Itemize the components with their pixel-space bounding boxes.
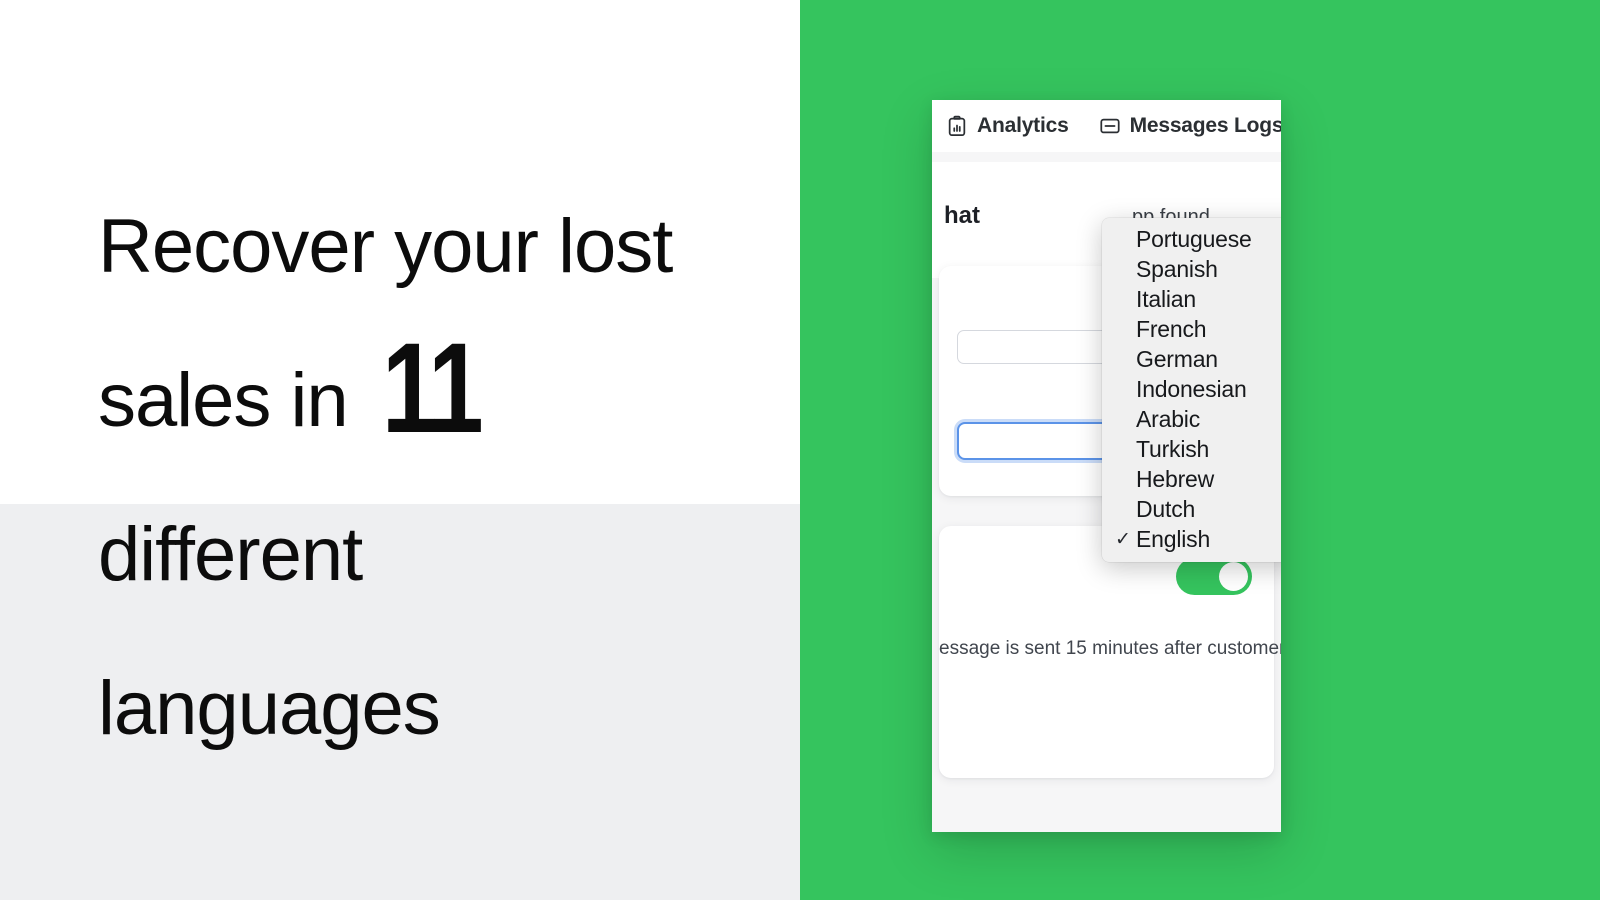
dropdown-option-label: Hebrew [1136, 465, 1215, 492]
dropdown-option-label: Spanish [1136, 255, 1218, 282]
dropdown-option-portuguese[interactable]: Portuguese [1102, 224, 1281, 254]
message-icon [1099, 115, 1121, 137]
hero-left-panel: Recover your lost sales in 11 different … [0, 0, 800, 900]
tab-analytics[interactable]: Analytics [946, 114, 1069, 138]
toggle-description: essage is sent 15 minutes after customer [939, 638, 1281, 659]
tab-analytics-label: Analytics [977, 114, 1069, 137]
app-header-title: hat [944, 202, 980, 229]
hero-right-panel: Analytics Messages Logs hat pp found, es… [800, 0, 1600, 900]
dropdown-option-turkish[interactable]: Turkish [1102, 434, 1281, 464]
language-select-dropdown[interactable]: Portuguese Spanish Italian French German… [1102, 218, 1281, 562]
app-toggle-card: essage is sent 15 minutes after customer [939, 526, 1281, 778]
dropdown-option-italian[interactable]: Italian [1102, 284, 1281, 314]
app-window-screenshot: Analytics Messages Logs hat pp found, es… [932, 100, 1281, 832]
headline-line-3: different [98, 512, 363, 597]
dropdown-option-dutch[interactable]: Dutch [1102, 494, 1281, 524]
dropdown-option-french[interactable]: French [1102, 314, 1281, 344]
headline-line-2: sales in 11 [98, 317, 483, 460]
toggle-knob [1219, 562, 1248, 591]
dropdown-option-german[interactable]: German [1102, 344, 1281, 374]
dropdown-option-label: French [1136, 315, 1207, 342]
dropdown-option-label: German [1136, 345, 1218, 372]
tab-messages-logs-label: Messages Logs [1129, 114, 1281, 137]
page-title: Recover your lost sales in 11 different … [98, 170, 778, 786]
dropdown-option-label: Arabic [1136, 405, 1200, 432]
dropdown-option-label: Italian [1136, 285, 1196, 312]
promo-banner: Recover your lost sales in 11 different … [0, 0, 1600, 900]
app-tabbar: Analytics Messages Logs [932, 100, 1281, 152]
dropdown-option-label: English [1136, 525, 1211, 552]
dropdown-option-label: Indonesian [1136, 375, 1247, 402]
tab-messages-logs[interactable]: Messages Logs [1099, 114, 1281, 138]
clipboard-chart-icon [946, 115, 968, 137]
dropdown-option-english[interactable]: ✓ English [1102, 524, 1281, 554]
headline-line-4: languages [98, 666, 441, 751]
headline-line-2-text: sales in [98, 358, 368, 443]
dropdown-option-arabic[interactable]: Arabic [1102, 404, 1281, 434]
dropdown-option-label: Portuguese [1136, 225, 1252, 252]
dropdown-option-label: Dutch [1136, 495, 1196, 522]
dropdown-option-indonesian[interactable]: Indonesian [1102, 374, 1281, 404]
headline-line-1: Recover your lost [98, 204, 673, 289]
dropdown-option-spanish[interactable]: Spanish [1102, 254, 1281, 284]
abandoned-cart-toggle[interactable] [1176, 558, 1252, 595]
checkmark-icon: ✓ [1115, 528, 1131, 550]
dropdown-option-hebrew[interactable]: Hebrew [1102, 464, 1281, 494]
dropdown-option-label: Turkish [1136, 435, 1210, 462]
